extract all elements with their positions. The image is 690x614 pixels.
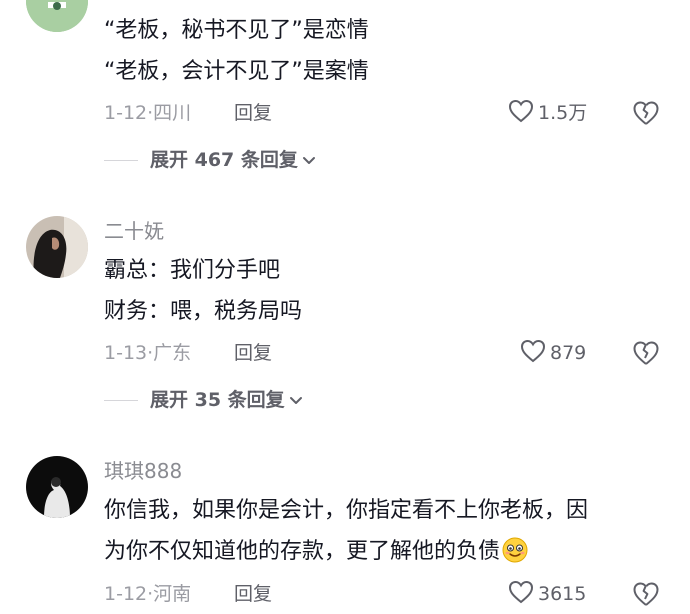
reply-button[interactable]: 回复 [234,100,272,126]
comment-username[interactable]: 二十妩 [104,218,164,244]
expand-replies-label: 展开 467 条回复 [150,149,298,171]
dislike-button[interactable] [632,581,660,611]
like-count: 1.5万 [538,102,588,124]
comment-meta: 1-13·广东 [104,340,191,366]
comment-text-line: “老板，会计不见了”是案情 [104,59,369,84]
comment-date: 1-13 [104,342,148,364]
divider-line [104,159,138,161]
broken-heart-icon [632,582,660,611]
reply-button[interactable]: 回复 [234,581,272,607]
dislike-button[interactable] [632,340,660,370]
avatar[interactable] [26,0,88,32]
heart-outline-icon [508,580,534,608]
like-button[interactable]: 879 [520,339,586,367]
comment-text-line: 为你不仅知道他的存款，更了解他的负债 [104,537,528,572]
divider-line [104,399,138,401]
comment-text-line: 你信我，如果你是会计，你指定看不上你老板，因 [104,498,589,523]
dislike-button[interactable] [632,100,660,130]
avatar[interactable] [26,456,88,518]
smile-emoji-icon [502,537,528,572]
comment-text-line: 财务：喂，税务局吗 [104,299,303,324]
like-count: 3615 [538,583,587,605]
like-button[interactable]: 3615 [508,580,586,608]
comment-date: 1-12 [104,583,148,605]
broken-heart-icon [632,341,660,370]
chevron-down-icon [289,391,303,410]
comment-text-line: “老板，秘书不见了”是恋情 [104,18,369,43]
comment-meta: 1-12·河南 [104,581,191,607]
expand-replies-label: 展开 35 条回复 [150,389,285,411]
expand-replies-button[interactable]: 展开 35 条回复 [104,387,303,413]
avatar[interactable] [26,216,88,278]
comment-location: 广东 [153,342,192,364]
comment-location: 四川 [153,102,192,124]
heart-outline-icon [520,339,546,367]
broken-heart-icon [632,101,660,130]
comment-date: 1-12 [104,102,148,124]
comment-text-segment: 为你不仅知道他的存款，更了解他的负债 [104,539,501,564]
like-button[interactable]: 1.5万 [508,99,587,127]
like-count: 879 [550,342,587,364]
comment-location: 河南 [153,583,192,605]
comment-meta: 1-12·四川 [104,100,191,126]
chevron-down-icon [302,151,316,170]
expand-replies-button[interactable]: 展开 467 条回复 [104,147,316,173]
comment-username[interactable]: 琪琪888 [104,458,182,484]
comment-text-line: 霸总：我们分手吧 [104,258,281,283]
reply-button[interactable]: 回复 [234,340,272,366]
heart-outline-icon [508,99,534,127]
